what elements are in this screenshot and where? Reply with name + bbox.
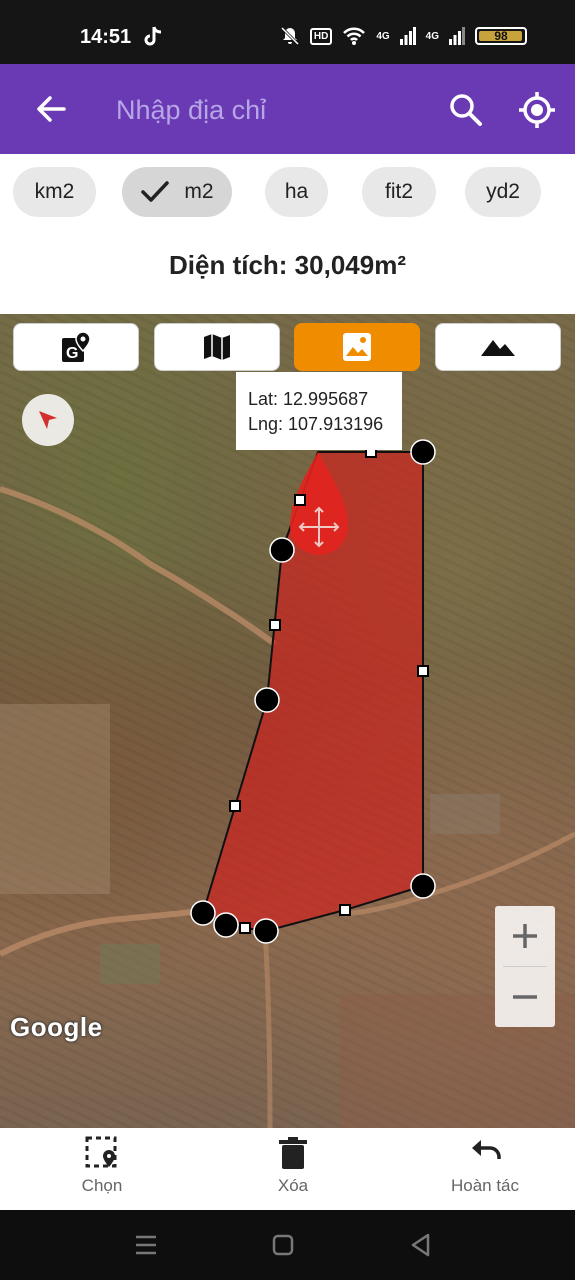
midpoint-handle[interactable] [294,494,306,506]
vertex-marker[interactable] [213,912,239,938]
minus-icon [513,995,537,999]
vertex-marker[interactable] [190,900,216,926]
satellite-map[interactable]: G Lat: 12.995687 Lng: 107.913196 Google [0,314,575,1128]
gps-map-icon: G [62,331,91,362]
plus-icon [513,924,537,948]
layer-gps-map-button[interactable]: G [13,323,139,371]
wifi-icon [343,27,366,45]
midpoint-handle[interactable] [229,800,241,812]
back-arrow-icon[interactable] [34,92,68,126]
undo-label: Hoàn tác [450,1176,520,1195]
status-icons: HD 4G 4G 98 [280,26,527,46]
zoom-controls [495,906,555,1027]
map-buildings [430,794,500,834]
map-bare-field [0,704,110,894]
area-result: Diện tích: 30,049m² [169,250,406,280]
map-road [0,486,277,647]
unit-chip-label: fit2 [384,180,413,203]
bottom-action-bar: Chọn Xóa Hoàn tác [0,1128,575,1210]
compass-icon [39,411,57,429]
signal-2-label: 4G [425,30,439,42]
back-nav-icon[interactable] [408,1232,434,1258]
delete-label: Xóa [277,1176,309,1195]
svg-text:G: G [66,345,78,362]
vertex-marker[interactable] [410,873,436,899]
terrain-icon [481,340,515,356]
check-icon [141,181,170,202]
unit-chip-km2[interactable]: km2 [13,167,96,217]
map-icon [204,334,230,360]
vertex-marker[interactable] [269,537,295,563]
unit-selector: km2 m2 ha fit2 yd2 Diện tích: 30,049m² [0,154,575,314]
unit-chip-fit2[interactable]: fit2 [362,167,436,217]
app-bar [0,64,575,154]
address-search-input[interactable] [114,88,418,132]
layer-terrain-button[interactable] [435,323,561,371]
delete-button[interactable]: Xóa [213,1136,373,1196]
layer-map-button[interactable] [154,323,280,371]
my-location-icon[interactable] [517,90,557,130]
map-buildings [100,944,160,984]
compass-button[interactable] [22,394,74,446]
midpoint-handle[interactable] [417,665,429,677]
vertex-marker[interactable] [253,918,279,944]
search-icon[interactable] [448,92,484,128]
status-bar: 14:51 HD 4G 4G 98 [0,0,575,64]
select-label: Chọn [81,1176,123,1195]
battery-level: 98 [494,29,508,43]
unit-chip-label: km2 [34,180,75,203]
signal-2-icon [449,27,465,45]
select-area-icon [85,1136,117,1168]
status-time: 14:51 [80,26,132,48]
unit-chip-label: ha [284,180,309,203]
recent-apps-icon[interactable] [133,1232,159,1258]
unit-chip-m2[interactable]: m2 [122,167,232,217]
google-logo: Google [10,1012,103,1042]
longitude-label: Lng: 107.913196 [248,414,384,434]
signal-1-label: 4G [376,30,390,42]
layer-satellite-button[interactable] [294,323,420,371]
zoom-out-button[interactable] [495,967,555,1027]
mute-bell-icon [280,26,299,46]
vertex-marker[interactable] [254,687,280,713]
home-icon[interactable] [270,1232,296,1258]
battery-icon: 98 [475,27,527,45]
undo-button[interactable]: Hoàn tác [405,1136,565,1196]
system-nav-bar [0,1210,575,1280]
satellite-image-icon [343,333,371,361]
unit-chip-ha[interactable]: ha [265,167,328,217]
midpoint-handle[interactable] [269,619,281,631]
latitude-label: Lat: 12.995687 [248,389,369,409]
tiktok-icon [144,26,162,46]
select-button[interactable]: Chọn [22,1136,182,1196]
unit-chip-label: m2 [184,180,214,203]
map-road [262,928,273,1128]
unit-chip-yd2[interactable]: yd2 [465,167,541,217]
trash-icon [279,1137,307,1169]
hd-badge: HD [309,27,333,45]
zoom-in-button[interactable] [495,906,555,966]
coordinate-tooltip: Lat: 12.995687 Lng: 107.913196 [236,372,402,450]
undo-icon [472,1140,501,1159]
midpoint-handle[interactable] [239,922,251,934]
unit-chip-label: yd2 [486,180,520,203]
signal-1-icon [399,27,416,45]
midpoint-handle[interactable] [339,904,351,916]
vertex-marker[interactable] [410,439,436,465]
